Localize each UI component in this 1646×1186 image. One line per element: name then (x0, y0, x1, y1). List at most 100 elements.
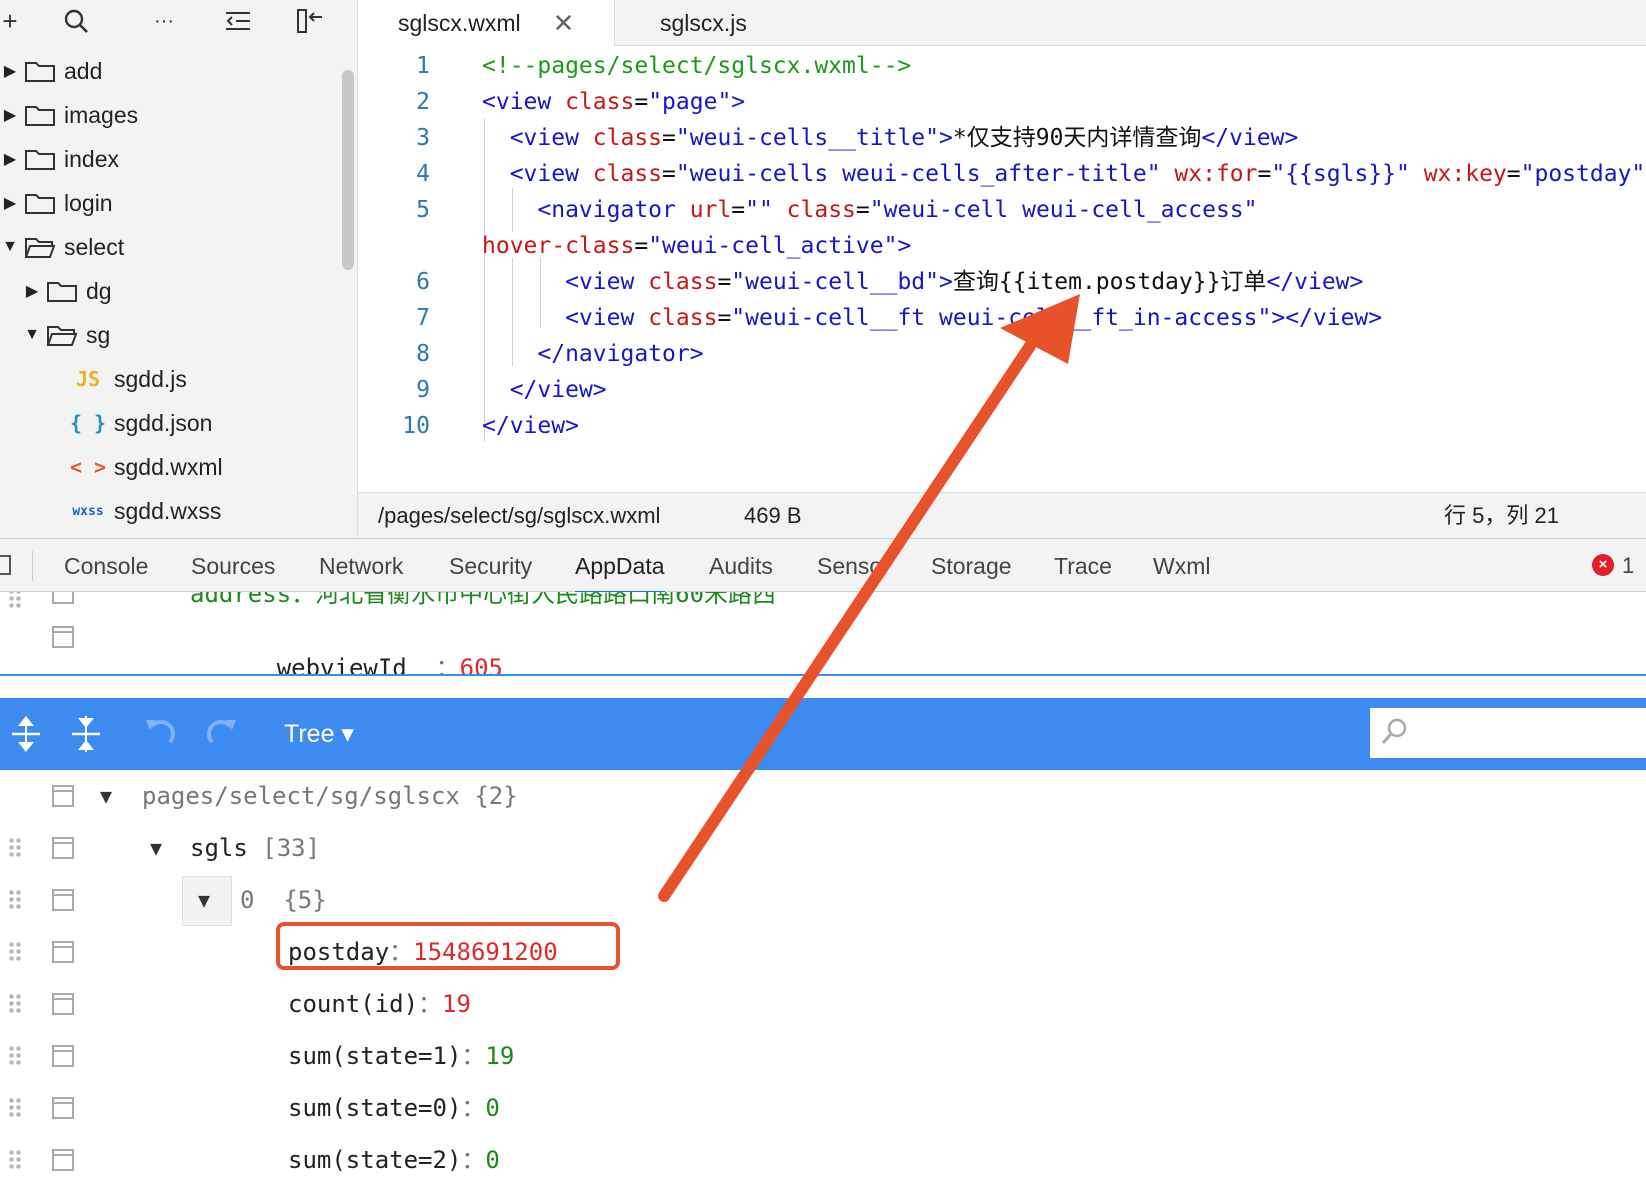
tree-label: sg (86, 321, 111, 348)
expand-all-icon[interactable] (6, 698, 46, 770)
row-checkbox[interactable] (52, 1097, 74, 1119)
tree-row-field[interactable]: postday：1548691200 (0, 926, 1646, 978)
search-icon[interactable] (56, 0, 96, 42)
tree-row-field[interactable]: sum(state=0)：0 (0, 1082, 1646, 1134)
search-icon (1381, 718, 1407, 744)
code-line[interactable]: 10 </view> (358, 408, 1646, 444)
undo-icon[interactable] (140, 698, 180, 770)
file-sgdd-js[interactable]: JS sgdd.js (0, 356, 340, 402)
row-checkbox[interactable] (52, 785, 74, 807)
row-checkbox[interactable] (52, 1149, 74, 1171)
tab-sensor[interactable]: Sensor (817, 539, 890, 593)
code-text: <view class="weui-cell__bd">查询{{item.pos… (565, 269, 1364, 295)
redo-icon[interactable] (202, 698, 242, 770)
code-line[interactable]: 4 <view class="weui-cells weui-cells_aft… (358, 156, 1646, 192)
tree-row-field[interactable]: sum(state=1)：19 (0, 1030, 1646, 1082)
collapse-arrow-icon[interactable]: ▼ (0, 238, 20, 256)
folder-login[interactable]: ▶ login (0, 180, 340, 226)
more-icon[interactable]: ··· (144, 0, 184, 42)
tree-label: login (64, 189, 113, 216)
row-checkbox[interactable] (52, 1045, 74, 1067)
tab-sglscx-wxml[interactable]: sglscx.wxml ✕ (358, 0, 616, 46)
folder-sg[interactable]: ▼ sg (0, 312, 340, 358)
expand-arrow-icon[interactable]: ▶ (22, 281, 42, 301)
expand-arrow-icon[interactable]: ▶ (0, 61, 20, 81)
line-number: 1 (416, 53, 430, 79)
view-mode-dropdown[interactable]: Tree ▾ (284, 698, 354, 770)
code-line[interactable]: 2 <view class="page"> (358, 84, 1646, 120)
close-icon[interactable]: ✕ (553, 8, 575, 39)
folder-dg[interactable]: ▶ dg (0, 268, 340, 314)
tab-appdata[interactable]: AppData (575, 539, 665, 594)
collapse-all-icon[interactable] (66, 698, 106, 770)
tab-network[interactable]: Network (319, 539, 403, 593)
tab-trace[interactable]: Trace (1054, 539, 1112, 593)
error-count[interactable]: 1 (1622, 539, 1634, 593)
folder-images[interactable]: ▶ images (0, 92, 340, 138)
partial-row: address：河北省衡水市中心街人民路路口南60米路西 (190, 592, 777, 608)
folder-index[interactable]: ▶ index (0, 136, 340, 182)
tab-console[interactable]: Console (64, 539, 148, 593)
wxss-file-icon: wxss (72, 503, 104, 519)
row-checkbox[interactable] (52, 941, 74, 963)
tree-row-field[interactable]: sum(state=2)：0 (0, 1134, 1646, 1186)
js-file-icon: JS (75, 367, 101, 391)
tab-label: sglscx.wxml (398, 9, 521, 36)
tree-label: add (64, 57, 103, 84)
search-input[interactable] (1418, 716, 1638, 750)
inspect-icon[interactable] (0, 553, 14, 579)
collapse-all-icon[interactable] (218, 0, 258, 42)
sidebar-scrollbar[interactable] (342, 70, 354, 270)
folder-icon (25, 194, 55, 214)
collapse-triangle-icon[interactable]: ▼ (100, 770, 112, 822)
folder-select[interactable]: ▼ select (0, 224, 340, 270)
code-line[interactable]: 3 <view class="weui-cells__title">*仅支持90… (358, 120, 1646, 156)
cursor-position[interactable]: 行 5，列 21 (1444, 493, 1559, 539)
code-line[interactable]: 6 <view class="weui-cell__bd">查询{{item.p… (358, 264, 1646, 300)
tree-row-item-0[interactable]: ▼ 0 {5} (0, 874, 1646, 926)
open-folder-icon (24, 238, 56, 258)
file-explorer: + ··· ▶ add ▶ images ▶ index ▶ login ▼ s… (0, 0, 358, 538)
data-search-box[interactable] (1370, 708, 1646, 758)
tree-row-sgls[interactable]: ▼ sgls [33] (0, 822, 1646, 874)
appdata-upper-pane: address：河北省衡水市中心街人民路路口南60米路西 __webviewId… (0, 592, 1646, 676)
collapse-triangle-icon[interactable]: ▼ (198, 874, 210, 926)
collapse-arrow-icon[interactable]: ▼ (22, 326, 42, 344)
tab-sglscx-js[interactable]: sglscx.js (620, 0, 787, 46)
add-file-icon[interactable]: + (0, 0, 20, 42)
tree-row-field[interactable]: count(id)：19 (0, 978, 1646, 1030)
tab-wxml[interactable]: Wxml (1153, 539, 1210, 593)
line-number: 6 (416, 269, 430, 295)
code-line[interactable]: 1 <!--pages/select/sglscx.wxml--> (358, 48, 1646, 84)
tab-security[interactable]: Security (449, 539, 532, 593)
code-line[interactable]: 5 <navigator url="" class="weui-cell weu… (358, 192, 1646, 228)
tree-row-root[interactable]: ▼ pages/select/sg/sglscx {2} (0, 770, 1646, 822)
expand-arrow-icon[interactable]: ▶ (0, 149, 20, 169)
code-line[interactable]: 9 </view> (358, 372, 1646, 408)
tab-storage[interactable]: Storage (931, 539, 1012, 593)
expand-arrow-icon[interactable]: ▶ (0, 193, 20, 213)
tree-label: sgdd.json (114, 409, 213, 436)
folder-icon (47, 282, 77, 302)
folder-icon (25, 150, 55, 170)
expand-arrow-icon[interactable]: ▶ (0, 105, 20, 125)
collapse-triangle-icon[interactable]: ▼ (150, 822, 162, 874)
row-checkbox[interactable] (52, 626, 74, 648)
tab-sources[interactable]: Sources (191, 539, 275, 593)
code-line[interactable]: 7 <view class="weui-cell__ft weui-cell__… (358, 300, 1646, 336)
tab-audits[interactable]: Audits (709, 539, 773, 593)
file-sgdd-json[interactable]: { } sgdd.json (0, 400, 340, 446)
folder-add[interactable]: ▶ add (0, 48, 340, 94)
row-checkbox[interactable] (52, 837, 74, 859)
row-checkbox[interactable] (52, 889, 74, 911)
row-checkbox[interactable] (52, 993, 74, 1015)
error-icon[interactable]: × (1592, 554, 1614, 576)
devtools-tabbar: Console Sources Network Security AppData… (0, 538, 1646, 594)
code-line[interactable]: hover-class="weui-cell_active"> (358, 228, 1646, 264)
file-sgdd-wxss[interactable]: wxss sgdd.wxss (0, 488, 340, 534)
code-editor[interactable]: 1 <!--pages/select/sglscx.wxml--> 2 <view c… (358, 46, 1646, 492)
file-sgdd-wxml[interactable]: < > sgdd.wxml (0, 444, 340, 490)
toggle-sidebar-icon[interactable] (290, 0, 330, 42)
code-line[interactable]: 8 </navigator> (358, 336, 1646, 372)
line-number: 2 (416, 89, 430, 115)
